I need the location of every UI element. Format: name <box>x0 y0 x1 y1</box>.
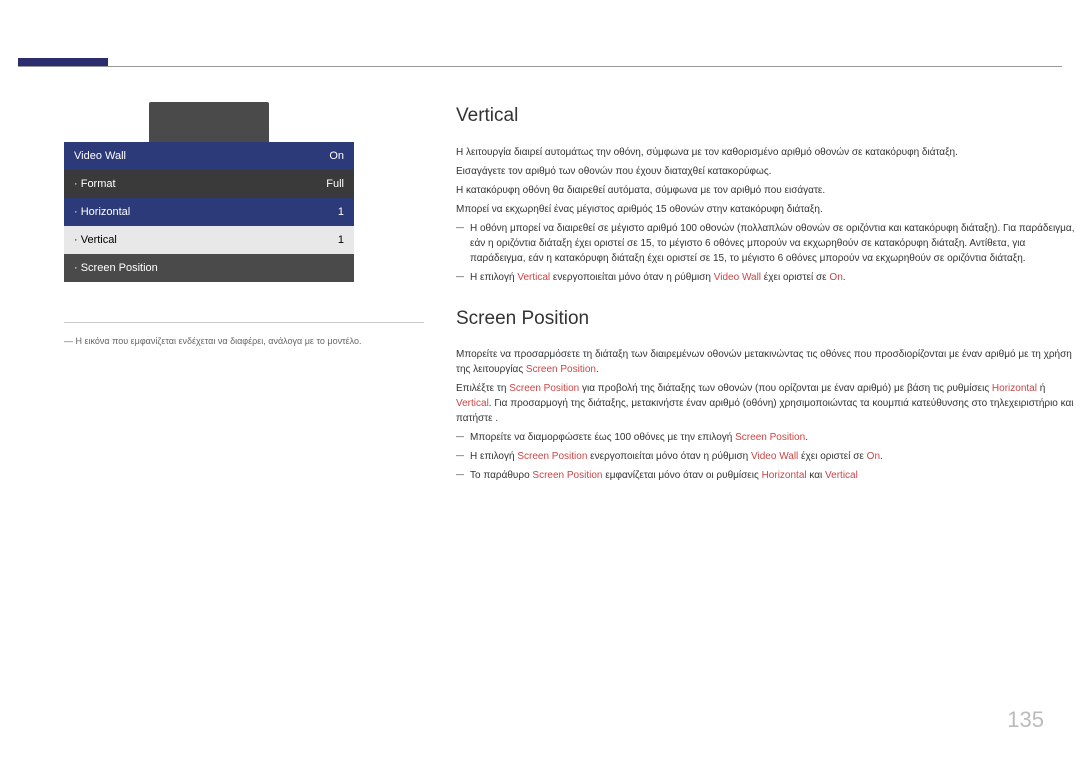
notes-list: Η οθόνη μπορεί να διαιρεθεί σε μέγιστο α… <box>456 221 1080 285</box>
body-text: Μπορεί να εκχωρηθεί ένας μέγιστος αριθμό… <box>456 202 1080 217</box>
menu-item-format[interactable]: · Format Full <box>64 170 354 198</box>
menu-value: 1 <box>338 234 344 246</box>
menu-value: Full <box>326 178 344 190</box>
image-disclaimer-note: ― Η εικόνα που εμφανίζεται ενδέχεται να … <box>64 336 362 346</box>
menu-label: · Vertical <box>74 234 117 246</box>
section-title-screen-position: Screen Position <box>456 305 1080 334</box>
menu-item-horizontal[interactable]: · Horizontal 1 <box>64 198 354 226</box>
main-content: Vertical Η λειτουργία διαιρεί αυτομάτως … <box>456 102 1080 495</box>
menu-tab <box>149 102 269 142</box>
list-item: Μπορείτε να διαμορφώσετε έως 100 οθόνες … <box>456 430 1080 445</box>
menu-label: · Horizontal <box>74 206 130 218</box>
page-number: 135 <box>1007 707 1044 733</box>
menu-value: 1 <box>338 206 344 218</box>
menu-item-screen-position[interactable]: · Screen Position <box>64 254 354 282</box>
menu-label: · Format <box>74 178 116 190</box>
list-item: Η οθόνη μπορεί να διαιρεθεί σε μέγιστο α… <box>456 221 1080 266</box>
list-item: Το παράθυρο Screen Position εμφανίζεται … <box>456 468 1080 483</box>
list-item: Η επιλογή Vertical ενεργοποιείται μόνο ό… <box>456 270 1080 285</box>
body-text: Επιλέξτε τη Screen Position για προβολή … <box>456 381 1080 426</box>
header-accent-bar <box>18 58 108 66</box>
body-text: Μπορείτε να προσαρμόσετε τη διάταξη των … <box>456 347 1080 377</box>
menu-item-vertical[interactable]: · Vertical 1 <box>64 226 354 254</box>
section-title-vertical: Vertical <box>456 102 1080 131</box>
menu-label: Video Wall <box>74 150 126 162</box>
divider-line <box>64 322 424 323</box>
body-text: Εισαγάγετε τον αριθμό των οθονών που έχο… <box>456 164 1080 179</box>
body-text: Η κατακόρυφη οθόνη θα διαιρεθεί αυτόματα… <box>456 183 1080 198</box>
body-text: Η λειτουργία διαιρεί αυτομάτως την οθόνη… <box>456 145 1080 160</box>
list-item: Η επιλογή Screen Position ενεργοποιείται… <box>456 449 1080 464</box>
notes-list: Μπορείτε να διαμορφώσετε έως 100 οθόνες … <box>456 430 1080 483</box>
menu-label: · Screen Position <box>74 262 158 274</box>
osd-menu-panel: Video Wall On · Format Full · Horizontal… <box>64 102 354 282</box>
menu-value: On <box>329 150 344 162</box>
header-divider <box>18 66 1062 67</box>
menu-item-video-wall[interactable]: Video Wall On <box>64 142 354 170</box>
